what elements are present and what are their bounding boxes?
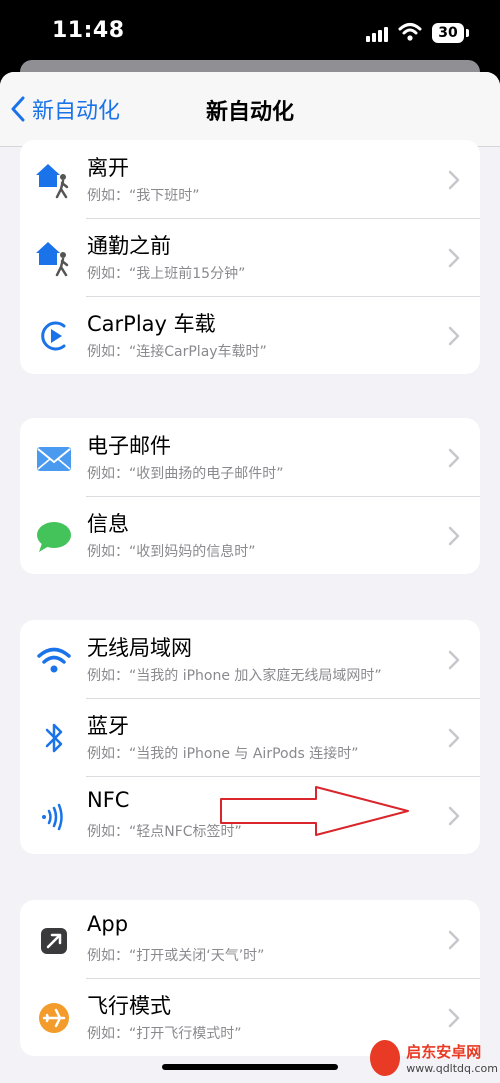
item-title: 飞行模式	[87, 994, 171, 1018]
nfc-icon	[42, 803, 63, 831]
item-subtitle: 例如：“收到妈妈的信息时”	[87, 544, 256, 560]
item-title: 蓝牙	[87, 714, 129, 738]
chevron-right-icon	[448, 448, 460, 468]
list-item-bluetooth[interactable]: 蓝牙 例如：“当我的 iPhone 与 AirPods 连接时”	[20, 698, 480, 776]
cellular-signal-icon	[366, 26, 388, 42]
item-title: NFC	[87, 788, 130, 812]
item-subtitle: 例如：“连接CarPlay车载时”	[87, 344, 267, 360]
watermark-logo-icon	[370, 1040, 401, 1076]
item-title: 通勤之前	[87, 234, 171, 258]
battery-icon: 30	[432, 23, 464, 43]
chevron-right-icon	[448, 526, 460, 546]
modal-sheet: 新自动化 新自动化 离开 例如：“我下班时” 通勤之前 例如：“我上班前15分钟…	[0, 72, 500, 1083]
home-person-icon	[36, 242, 69, 277]
list-item-email[interactable]: 电子邮件 例如：“收到曲扬的电子邮件时”	[20, 418, 480, 496]
trigger-group-communication: 电子邮件 例如：“收到曲扬的电子邮件时” 信息 例如：“收到妈妈的信息时”	[20, 418, 480, 574]
item-subtitle: 例如：“收到曲扬的电子邮件时”	[87, 466, 284, 482]
page-title: 新自动化	[205, 100, 294, 125]
chevron-right-icon	[448, 728, 460, 748]
list-item-carplay[interactable]: CarPlay 车载 例如：“连接CarPlay车载时”	[20, 296, 480, 374]
chevron-right-icon	[448, 170, 460, 190]
list-item-message[interactable]: 信息 例如：“收到妈妈的信息时”	[20, 496, 480, 574]
chevron-right-icon	[448, 326, 460, 346]
list-item-before-commute[interactable]: 通勤之前 例如：“我上班前15分钟”	[20, 218, 480, 296]
watermark: 启东安卓网 www.qdltdq.com	[370, 1036, 498, 1080]
airplane-mode-icon	[39, 1003, 69, 1033]
item-subtitle: 例如：“打开或关闭‘天气’时”	[87, 948, 265, 964]
chevron-right-icon	[448, 1008, 460, 1028]
list-item-wifi[interactable]: 无线局域网 例如：“当我的 iPhone 加入家庭无线局域网时”	[20, 620, 480, 698]
item-title: 离开	[87, 156, 129, 180]
watermark-url: www.qdltdq.com	[406, 1062, 498, 1075]
carplay-icon	[41, 321, 66, 351]
item-subtitle: 例如：“我上班前15分钟”	[87, 266, 246, 282]
chevron-right-icon	[448, 650, 460, 670]
navigation-bar: 新自动化 新自动化	[0, 72, 500, 147]
mail-icon	[37, 447, 71, 471]
item-title: 电子邮件	[87, 434, 171, 458]
item-title: App	[87, 912, 129, 936]
trigger-group-location: 离开 例如：“我下班时” 通勤之前 例如：“我上班前15分钟” CarPlay …	[20, 140, 480, 374]
battery-tip	[466, 29, 469, 37]
list-item-app[interactable]: App 例如：“打开或关闭‘天气’时”	[20, 900, 480, 978]
home-indicator	[162, 1064, 338, 1070]
watermark-title: 启东安卓网	[406, 1043, 482, 1061]
item-title: CarPlay 车载	[87, 312, 216, 336]
chevron-right-icon	[448, 930, 460, 950]
item-subtitle: 例如：“当我的 iPhone 加入家庭无线局域网时”	[87, 668, 382, 684]
wifi-icon	[37, 647, 71, 673]
trigger-group-settings: App 例如：“打开或关闭‘天气’时” 飞行模式 例如：“打开飞行模式时”	[20, 900, 480, 1056]
watermark-text: 启东安卓网 www.qdltdq.com	[406, 1041, 498, 1075]
chevron-right-icon	[448, 806, 460, 826]
item-title: 无线局域网	[87, 636, 192, 660]
annotation-arrow-icon	[220, 786, 409, 836]
bluetooth-icon	[45, 723, 63, 753]
list-item-leave[interactable]: 离开 例如：“我下班时”	[20, 140, 480, 218]
status-time: 11:48	[52, 18, 125, 43]
chevron-right-icon	[448, 248, 460, 268]
item-subtitle: 例如：“打开飞行模式时”	[87, 1026, 242, 1042]
item-title: 信息	[87, 512, 129, 536]
wifi-status-icon	[398, 23, 422, 41]
app-icon	[41, 928, 67, 954]
message-icon	[37, 522, 71, 552]
item-subtitle: 例如：“我下班时”	[87, 188, 200, 204]
status-bar: 11:48 30	[0, 0, 500, 64]
item-subtitle: 例如：“当我的 iPhone 与 AirPods 连接时”	[87, 746, 359, 762]
home-person-icon	[36, 164, 69, 199]
